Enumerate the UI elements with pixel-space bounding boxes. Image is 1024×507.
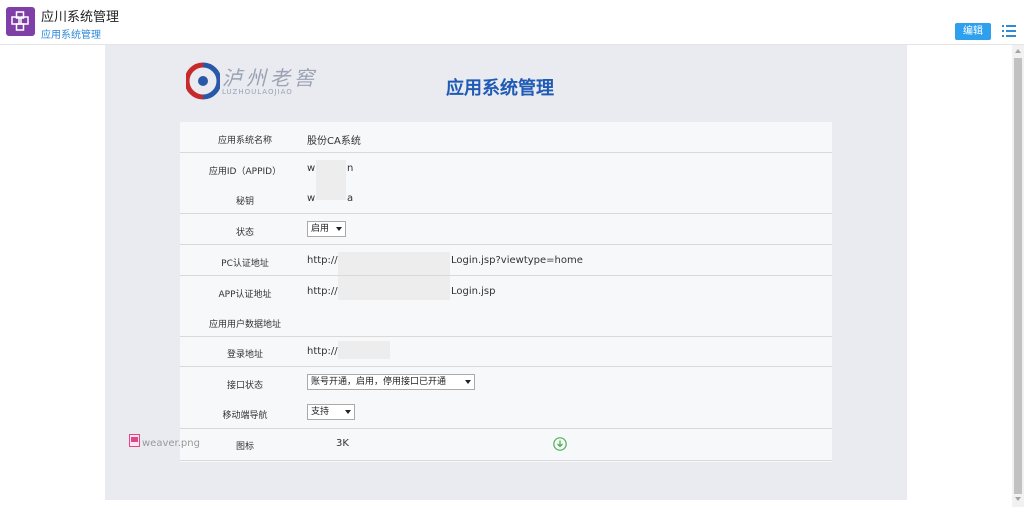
page-title: 应用系统管理	[446, 78, 554, 99]
pc-auth-url-prefix: http://	[307, 255, 338, 266]
icon-file-name[interactable]: weaver.png	[142, 438, 200, 449]
app-auth-url-label: APP认证地址	[218, 290, 272, 300]
app-name-label: 应用系统名称	[217, 136, 272, 146]
chevron-down-icon	[465, 380, 471, 384]
app-auth-url-suffix: Login.jsp	[451, 286, 496, 297]
edit-button[interactable]: 编辑	[955, 23, 991, 40]
app-name-value: 股份CA系统	[307, 136, 361, 147]
secret-key-label: 秘钥	[235, 197, 254, 207]
interface-status-label: 接口状态	[226, 381, 263, 391]
mobile-nav-label: 移动端导航	[222, 411, 268, 421]
scroll-up-arrow-icon[interactable]	[1015, 49, 1021, 53]
app-logo-icon	[6, 7, 35, 36]
menu-list-icon[interactable]	[1002, 25, 1016, 37]
top-bar: 应川系统管理 应用系统管理 编辑	[0, 0, 1024, 45]
login-url-label: 登录地址	[226, 350, 263, 360]
chevron-down-icon	[345, 410, 351, 414]
status-label: 状态	[235, 228, 254, 238]
row-divider	[180, 244, 832, 245]
row-divider	[180, 336, 832, 337]
status-select[interactable]: 启用	[307, 221, 346, 237]
row-divider	[180, 366, 832, 367]
login-url-prefix: http://	[307, 346, 338, 357]
row-divider	[180, 275, 832, 276]
pc-auth-url-label: PC认证地址	[221, 259, 269, 269]
company-logo-mark-icon	[184, 62, 222, 100]
secret-key-value-suffix: a	[347, 193, 354, 204]
file-image-icon	[129, 434, 140, 447]
row-divider	[180, 152, 832, 153]
app-title: 应川系统管理	[41, 10, 120, 25]
logo-subtext: LUZHOULAOJIAO	[222, 88, 293, 96]
redacted-area	[338, 252, 450, 300]
row-divider	[180, 460, 832, 461]
app-auth-url-prefix: http://	[307, 286, 338, 297]
app-system-form: 应用系统名称 股份CA系统 应用ID（APPID） w n 秘钥 w a 状态 …	[180, 122, 832, 462]
redacted-area	[338, 341, 390, 359]
interface-status-select[interactable]: 账号开通，启用，停用接口已开通	[307, 374, 475, 390]
row-divider	[180, 428, 832, 429]
breadcrumb[interactable]: 应用系统管理	[41, 26, 101, 41]
mobile-nav-select[interactable]: 支持	[307, 404, 355, 420]
status-select-value: 启用	[311, 224, 330, 234]
appid-label: 应用ID（APPID）	[208, 167, 282, 177]
interface-status-select-value: 账号开通，启用，停用接口已开通	[311, 377, 447, 387]
vertical-scrollbar[interactable]	[1012, 45, 1024, 507]
chevron-down-icon	[336, 227, 342, 231]
row-divider	[180, 213, 832, 214]
user-data-url-label: 应用用户数据地址	[208, 320, 281, 330]
scroll-down-arrow-icon[interactable]	[1015, 497, 1021, 501]
download-icon[interactable]	[553, 437, 567, 451]
redacted-area	[316, 160, 346, 200]
scroll-thumb[interactable]	[1014, 58, 1022, 494]
mobile-nav-select-value: 支持	[311, 407, 330, 417]
secret-key-value-prefix: w	[307, 193, 316, 204]
appid-value-suffix: n	[347, 163, 354, 174]
company-logo: 泸州老窖 LUZHOULAOJIAO	[184, 62, 321, 102]
logo-text: 泸州老窖	[222, 66, 318, 90]
pc-auth-url-suffix: Login.jsp?viewtype=home	[451, 255, 583, 266]
appid-value-prefix: w	[307, 163, 316, 174]
icon-file-size: 3K	[336, 438, 349, 449]
